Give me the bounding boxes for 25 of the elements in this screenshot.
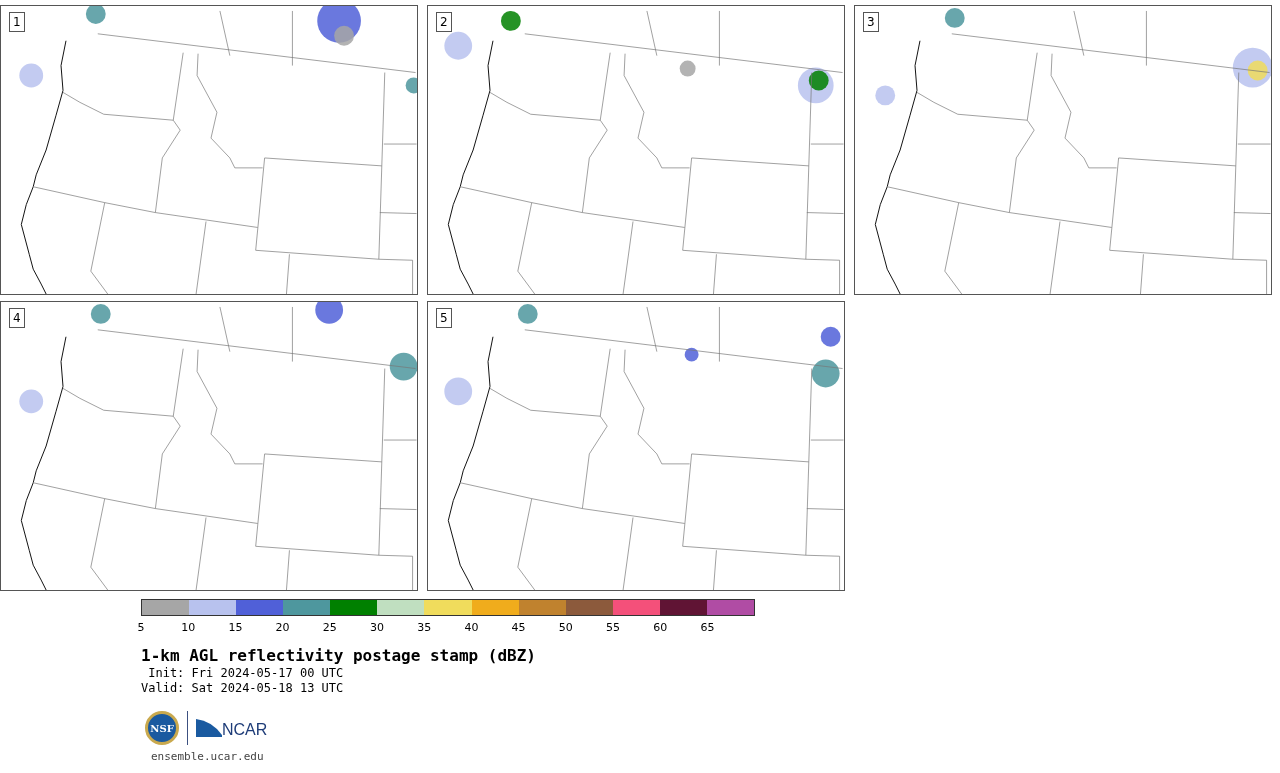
tick-label: 15 [228,621,243,634]
swoosh-icon [196,719,222,737]
panel-number: 4 [9,308,25,328]
tick-label: 35 [417,621,432,634]
tick-label: 55 [606,621,620,634]
tick-label: 10 [181,621,196,634]
tick-label: 60 [653,621,668,634]
tick-label: 45 [511,621,526,634]
panel-number: 1 [9,12,25,32]
panel-number: 3 [863,12,879,32]
nsf-logo: NSF [145,711,179,745]
init-time: Init: Fri 2024-05-17 00 UTC [147,666,345,681]
tick-label: 50 [558,621,573,634]
ncar-logo: NCAR [222,721,268,739]
website-url: ensemble.ucar.edu [151,750,265,764]
tick-label: 5 [137,621,145,634]
valid-time: Valid: Sat 2024-05-18 13 UTC [141,681,345,696]
tick-label: 25 [322,621,337,634]
tick-label: 20 [275,621,290,634]
tick-label: 40 [464,621,479,634]
panel-number: 2 [436,12,452,32]
chart-title: 1-km AGL reflectivity postage stamp (dBZ) [141,646,537,666]
tick-label: 30 [370,621,384,634]
tick-label: 65 [700,621,715,634]
panel-number: 5 [436,308,452,328]
